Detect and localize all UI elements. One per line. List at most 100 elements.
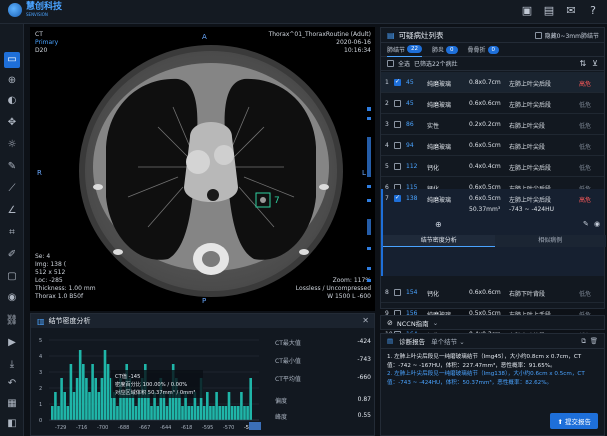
nccn-icon: ⊘ [387, 318, 393, 327]
report-mode-select[interactable]: 单个结节 ⌄ [431, 336, 465, 346]
histogram-bar [227, 392, 231, 420]
row-checkbox[interactable] [394, 121, 401, 128]
filter-icon[interactable]: ⊻ [592, 59, 598, 68]
diagnosis-report-panel: ▤ 诊断报告 单个结节 ⌄ ⧉ 🗑 1. 左肺上叶尖后段见一纯磨玻璃结节（Img… [380, 333, 605, 436]
row-checkbox[interactable] [394, 289, 401, 296]
report-title: 诊断报告 [399, 338, 426, 346]
row-location: 左肺上叶尖后段 [509, 102, 552, 109]
eye-icon[interactable]: ◉ [594, 220, 600, 228]
histogram-bar [206, 392, 209, 420]
exp-ct-range: -743 ~ -424HU [509, 206, 554, 213]
play-icon[interactable]: ▶ [4, 335, 20, 351]
histogram-bar [85, 378, 88, 420]
select-all-label: 全选 [398, 61, 411, 68]
density-histogram[interactable]: 5 4 3 2 1 0 -729 -716 -700 -688 -667 -644 -618 -595 -… [37, 332, 261, 436]
histogram-bar [246, 406, 249, 420]
histogram-bar [215, 392, 218, 420]
row-checkbox[interactable] [394, 142, 401, 149]
row-checkbox[interactable] [394, 100, 401, 107]
copy-icon[interactable]: ⧉ [581, 337, 586, 346]
tab-fracture[interactable]: 骨骨折 0 [468, 43, 500, 57]
ruler-icon[interactable]: ⟋ [4, 181, 20, 197]
clipboard-icon[interactable]: ▤ [543, 5, 555, 17]
exp-checkbox[interactable] [394, 194, 401, 202]
exp-loc: 左肺上叶尖后段 [509, 197, 552, 204]
layout-tool-icon[interactable]: ▭ [4, 52, 20, 68]
density-panel: ▥ 结节密度分析 ✕ 5 4 3 2 1 0 -729 -716 -700 -688 -667 -6… [30, 313, 375, 436]
row-size: 0.6x0.6cm [469, 100, 501, 107]
exp-idx: 7 [385, 195, 389, 202]
y-tick-label: 2 [39, 386, 42, 392]
pan-icon[interactable]: ✥ [4, 115, 20, 131]
row-index: 8 [385, 289, 389, 296]
nodule-row[interactable]: 2 45 纯磨玻璃 0.6x0.6cm 左肺上叶尖后段 低危 [381, 93, 604, 114]
mail-icon[interactable]: ✉ [565, 5, 577, 17]
row-size: 0.2x0.2cm [469, 121, 501, 128]
link-icon[interactable]: ⛓ [4, 313, 20, 329]
nodule-row[interactable]: 1 45 纯磨玻璃 0.8x0.7cm 左肺上叶尖后段 高危 [381, 72, 604, 93]
histogram-bar [230, 406, 234, 420]
download-icon[interactable]: ⤓ [4, 357, 20, 373]
contrast-icon[interactable]: ◐ [4, 93, 20, 109]
split-icon[interactable]: ◧ [4, 416, 20, 432]
undo-icon[interactable]: ↶ [4, 376, 20, 392]
histogram-bar [190, 406, 194, 420]
row-image-number: 154 [406, 289, 418, 296]
sort-icon[interactable]: ⇅ [579, 59, 586, 68]
select-all-checkbox[interactable] [387, 60, 394, 67]
expanded-nodule-card[interactable]: 7 138 纯磨玻璃 0.6x0.5cm 左肺上叶尖后段 高危 50.37mm³… [381, 189, 606, 276]
nccn-guide-bar[interactable]: ⊘ NCCN指南 ⌄ [380, 315, 605, 330]
report-line-2: 2. 左肺上叶尖后段见一纯磨玻璃结节（Img138），大小约0.6cm x 0.… [387, 371, 585, 386]
exp-size: 0.6x0.5cm [469, 195, 501, 202]
nodule-row[interactable]: 4 94 纯磨玻璃 0.6x0.5cm 右肺上叶尖段 低危 [381, 135, 604, 156]
crop-icon[interactable]: ⌗ [4, 225, 20, 241]
roi-icon[interactable]: ▢ [4, 269, 20, 285]
row-index: 3 [385, 121, 389, 128]
row-risk: 低危 [579, 102, 592, 109]
histogram-bar [60, 378, 63, 420]
nodule-row[interactable]: 3 86 实性 0.2x0.2cm 右肺上叶尖段 低危 [381, 114, 604, 135]
layers-icon[interactable]: ▣ [521, 5, 533, 17]
eye-icon[interactable]: ◉ [4, 290, 20, 306]
nodule-row[interactable]: 8 154 钙化 0.6x0.6cm 右肺下叶背段 低危 [381, 282, 604, 303]
delete-icon[interactable]: 🗑 [590, 337, 598, 345]
overlay-tl-0: CT [35, 31, 43, 38]
close-icon[interactable]: ✕ [362, 316, 369, 325]
zoom-icon[interactable]: ⊕ [4, 73, 20, 89]
angle-icon[interactable]: ∠ [4, 203, 20, 219]
edit-icon[interactable]: ✐ [4, 247, 20, 263]
tab-nodule[interactable]: 肺结节 22 [387, 43, 423, 57]
histogram-bar [243, 406, 246, 420]
histogram-bar [51, 406, 54, 420]
tab-pneumonia[interactable]: 肺炎 0 [432, 43, 458, 57]
subtab-similar-cases[interactable]: 相似病例 [494, 235, 606, 247]
add-icon[interactable]: ⊕ [435, 220, 442, 229]
row-checkbox[interactable] [394, 78, 401, 86]
row-checkbox[interactable] [394, 163, 401, 170]
histogram-bar [218, 406, 221, 420]
histogram-bar [116, 406, 119, 420]
question-icon[interactable]: ? [587, 5, 599, 17]
slice-scrollbar[interactable] [367, 107, 371, 287]
histogram-bar [57, 406, 60, 420]
nodule-row[interactable]: 5 112 钙化 0.4x0.4cm 左肺上叶尖后段 低危 [381, 156, 604, 177]
report-icon: ▤ [387, 337, 394, 345]
edit-icon[interactable]: ✎ [583, 220, 589, 228]
histogram-bar [150, 406, 153, 420]
hide-tiny-toggle[interactable]: 隐藏0~3mm肺结节 [534, 31, 599, 40]
histogram-bar [88, 392, 91, 420]
overlay-tr-2: 10:16:34 [344, 47, 371, 54]
subtab-density[interactable]: 结节密度分析 [383, 235, 495, 247]
ct-viewport[interactable]: 7 CT Primary D20 Thorax^01_ThoraxRoutine… [30, 27, 375, 311]
grid-icon[interactable]: ▦ [4, 396, 20, 412]
row-index: 1 [385, 79, 389, 86]
brightness-icon[interactable]: ☼ [4, 137, 20, 153]
hide-tiny-checkbox[interactable] [534, 32, 542, 39]
nccn-label: NCCN指南 [396, 319, 429, 328]
top-bar: 慧创科技 SENVISION ▣ ▤ ✉ ? [0, 0, 607, 24]
submit-report-button[interactable]: ⬆ 提交报告 [550, 413, 598, 429]
histogram-bar [106, 364, 110, 420]
row-type: 钙化 [427, 165, 440, 172]
overlay-bl-5: Thorax 1.0 B50f [35, 293, 84, 300]
pen-icon[interactable]: ✎ [4, 159, 20, 175]
